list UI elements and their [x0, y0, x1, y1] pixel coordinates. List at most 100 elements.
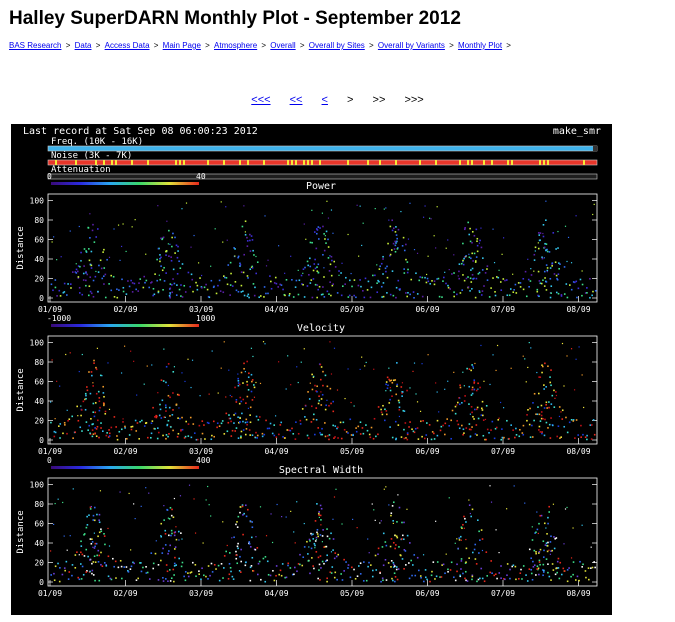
- first-link[interactable]: <<<: [251, 94, 270, 106]
- colorscale-bar: [51, 182, 199, 185]
- data-point: [222, 291, 225, 294]
- data-point: [395, 226, 397, 228]
- noise-mark: [483, 160, 485, 165]
- data-point: [125, 250, 127, 253]
- data-point: [195, 281, 197, 284]
- data-point: [468, 504, 471, 506]
- data-point: [559, 263, 561, 265]
- data-point: [383, 488, 385, 490]
- prev-link[interactable]: <: [322, 94, 328, 106]
- data-point: [305, 405, 307, 407]
- data-point: [58, 580, 61, 583]
- data-point: [474, 408, 476, 411]
- data-point: [278, 573, 280, 576]
- data-point: [247, 389, 250, 391]
- y-tick-label: 60: [34, 236, 44, 245]
- breadcrumb-link[interactable]: Monthly Plot: [458, 41, 502, 50]
- data-point: [352, 434, 354, 437]
- data-point: [389, 426, 391, 428]
- data-point: [533, 419, 535, 422]
- data-point: [89, 432, 91, 435]
- data-point: [90, 250, 93, 253]
- data-point: [297, 269, 299, 271]
- data-point: [196, 438, 199, 441]
- data-point: [89, 276, 92, 278]
- data-point: [329, 263, 332, 266]
- data-point: [554, 397, 556, 399]
- data-point: [398, 406, 401, 409]
- data-point: [589, 277, 591, 280]
- data-point: [203, 286, 206, 289]
- data-point: [282, 436, 284, 438]
- data-point: [373, 417, 376, 420]
- data-point: [86, 515, 88, 518]
- breadcrumb-link[interactable]: Overall by Variants: [378, 41, 445, 50]
- breadcrumb-link[interactable]: Data: [75, 41, 92, 50]
- data-point: [359, 368, 361, 371]
- data-point: [543, 388, 545, 390]
- data-point: [566, 296, 569, 299]
- breadcrumb-link[interactable]: BAS Research: [9, 41, 61, 50]
- data-point: [538, 234, 541, 236]
- data-point: [389, 387, 391, 389]
- data-point: [530, 347, 532, 349]
- data-point: [78, 578, 81, 581]
- breadcrumb-link[interactable]: Main Page: [163, 41, 201, 50]
- data-point: [324, 408, 327, 411]
- data-point: [472, 367, 474, 369]
- data-point: [471, 364, 473, 366]
- data-point: [247, 376, 250, 379]
- data-point: [234, 412, 237, 415]
- data-point: [94, 427, 96, 429]
- data-point: [395, 286, 398, 289]
- data-point: [530, 274, 533, 276]
- data-point: [117, 224, 120, 226]
- data-point: [563, 543, 565, 545]
- data-point: [409, 202, 411, 204]
- data-point: [540, 414, 543, 417]
- data-point: [285, 388, 287, 390]
- data-point: [369, 436, 372, 439]
- data-point: [550, 403, 553, 405]
- breadcrumb-link[interactable]: Overall by Sites: [309, 41, 365, 50]
- data-point: [420, 576, 422, 579]
- data-point: [77, 419, 80, 422]
- data-point: [252, 570, 255, 572]
- data-point: [493, 262, 496, 264]
- data-point: [75, 272, 78, 274]
- data-point: [53, 435, 56, 438]
- y-tick-label: 40: [34, 397, 44, 406]
- data-point: [316, 503, 318, 505]
- data-point: [165, 564, 168, 566]
- data-point: [244, 233, 247, 236]
- x-tick-label: 02/09: [113, 589, 137, 598]
- data-point: [393, 563, 395, 566]
- data-point: [536, 565, 539, 568]
- pager: <<< << < > >> >>>: [0, 94, 675, 106]
- data-point: [220, 422, 223, 425]
- breadcrumb-link[interactable]: Access Data: [105, 41, 150, 50]
- data-point: [311, 241, 313, 244]
- data-point: [88, 424, 91, 427]
- breadcrumb-link[interactable]: Atmosphere: [214, 41, 257, 50]
- data-point: [543, 434, 546, 437]
- data-point: [178, 288, 181, 291]
- data-point: [350, 272, 352, 275]
- data-point: [201, 274, 203, 277]
- data-point: [257, 562, 260, 565]
- data-point: [90, 292, 93, 295]
- data-point: [471, 575, 474, 578]
- breadcrumb-link[interactable]: Overall: [270, 41, 295, 50]
- data-point: [445, 282, 447, 285]
- data-point: [207, 485, 209, 488]
- next-month-label: >>: [372, 94, 386, 106]
- data-point: [555, 394, 558, 397]
- data-point: [211, 434, 213, 437]
- prev-month-link[interactable]: <<: [290, 94, 303, 106]
- data-point: [187, 358, 189, 360]
- data-point: [404, 550, 407, 552]
- data-point: [170, 259, 173, 262]
- data-point: [481, 577, 484, 580]
- data-point: [92, 411, 95, 414]
- data-point: [545, 281, 548, 283]
